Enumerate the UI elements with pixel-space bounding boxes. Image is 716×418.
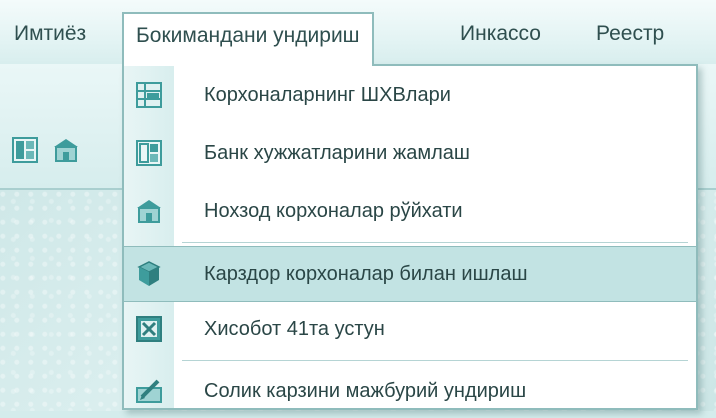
- menu-separator: [182, 360, 688, 361]
- spreadsheet-report-icon: [136, 316, 162, 342]
- menu-item-label: Карздор корхоналар билан ишлаш: [204, 263, 528, 285]
- menu-item-bank-documents[interactable]: Банк хужжатларини жамлаш: [124, 126, 696, 180]
- menu-item-companies-list[interactable]: Нохзод корхоналар рўйхати: [124, 184, 696, 238]
- menu-reestr[interactable]: Реестр: [596, 14, 664, 54]
- menu-item-label: Корхоналарнинг ШХВлари: [204, 84, 451, 106]
- pen-document-icon: [136, 378, 162, 404]
- menu-imtiyoz[interactable]: Имтиёз: [14, 14, 86, 54]
- menu-separator: [182, 242, 688, 243]
- building-list-icon: [136, 198, 162, 224]
- menu-item-tax-debt-collection[interactable]: Солик карзини мажбурий ундириш: [124, 364, 696, 418]
- debtor-shield-icon: [136, 261, 162, 287]
- document-layout-icon: [136, 140, 162, 166]
- menu-item-label: Солик карзини мажбурий ундириш: [204, 380, 527, 402]
- menu-bar: Имтиёз Бокимандани ундириш Инкассо Реест…: [0, 0, 716, 66]
- menu-bokimandani-undirish[interactable]: Бокимандани ундириш: [122, 12, 374, 66]
- menu-item-label: Банк хужжатларини жамлаш: [204, 142, 470, 164]
- menu-item-label: Нохзод корхоналар рўйхати: [204, 200, 463, 222]
- menu-item-debtor-companies[interactable]: Карздор корхоналар билан ишлаш: [124, 246, 696, 302]
- building-icon[interactable]: [52, 137, 78, 163]
- table-grid-icon: [136, 82, 162, 108]
- menu-item-label: Хисобот 41та устун: [204, 318, 385, 340]
- layout-icon[interactable]: [12, 137, 38, 163]
- menu-item-shxv[interactable]: Корхоналарнинг ШХВлари: [124, 68, 696, 122]
- dropdown-menu: Корхоналарнинг ШХВлари Банк хужжатларини…: [122, 64, 698, 410]
- menu-inkasso[interactable]: Инкассо: [460, 14, 541, 54]
- menu-item-report-41[interactable]: Хисобот 41та устун: [124, 302, 696, 356]
